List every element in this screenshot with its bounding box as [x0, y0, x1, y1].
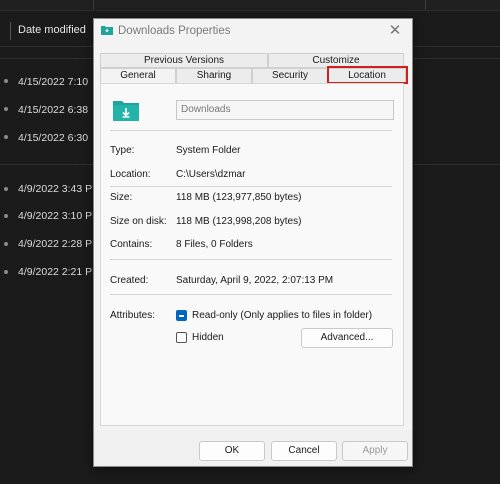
size-on-disk-label: Size on disk:	[110, 216, 167, 227]
hidden-label[interactable]: Hidden	[192, 332, 224, 343]
file-row-date[interactable]: 4/15/2022 7:10	[18, 76, 88, 88]
divider	[110, 294, 392, 295]
folder-download-icon	[101, 26, 113, 35]
size-on-disk-value: 118 MB (123,998,208 bytes)	[176, 216, 302, 227]
hidden-checkbox[interactable]	[176, 332, 187, 343]
properties-dialog: Downloads Properties ✕ Previous Versions…	[93, 18, 413, 467]
dialog-title: Downloads Properties	[118, 25, 231, 37]
file-row-date[interactable]: 4/9/2022 3:43 P	[18, 183, 92, 195]
created-label: Created:	[110, 275, 149, 286]
column-separator[interactable]	[10, 22, 11, 40]
advanced-button[interactable]: Advanced...	[301, 328, 393, 348]
contains-label: Contains:	[110, 239, 153, 250]
ok-button[interactable]: OK	[199, 441, 265, 461]
created-value: Saturday, April 9, 2022, 2:07:13 PM	[176, 275, 334, 286]
row-marker	[4, 242, 8, 246]
file-row-date[interactable]: 4/15/2022 6:38	[18, 104, 88, 116]
explorer-top-bar	[0, 0, 500, 11]
close-icon[interactable]: ✕	[386, 22, 404, 40]
tab-sharing[interactable]: Sharing	[176, 68, 252, 84]
type-label: Type:	[110, 145, 135, 156]
location-label: Location:	[110, 169, 151, 180]
location-tab-highlight	[327, 66, 408, 84]
row-marker	[4, 135, 8, 139]
file-row-date[interactable]: 4/9/2022 3:10 P	[18, 210, 92, 222]
file-row-date[interactable]: 4/9/2022 2:21 P	[18, 266, 92, 278]
file-row-date[interactable]: 4/15/2022 6:30	[18, 132, 88, 144]
divider	[110, 186, 392, 187]
apply-button[interactable]: Apply	[342, 441, 408, 461]
dialog-titlebar[interactable]: Downloads Properties ✕	[94, 19, 412, 45]
size-value: 118 MB (123,977,850 bytes)	[176, 192, 302, 203]
folder-name-field[interactable]: Downloads	[176, 100, 394, 120]
row-marker	[4, 270, 8, 274]
column-date-modified[interactable]: Date modified	[18, 24, 86, 36]
contains-value: 8 Files, 0 Folders	[176, 239, 253, 250]
location-value: C:\Users\dzmar	[176, 169, 246, 180]
folder-download-icon	[113, 101, 139, 121]
cancel-button[interactable]: Cancel	[271, 441, 337, 461]
row-marker	[4, 187, 8, 191]
divider	[110, 259, 392, 260]
file-row-date[interactable]: 4/9/2022 2:28 P	[18, 238, 92, 250]
attributes-label: Attributes:	[110, 310, 156, 321]
general-tab-panel	[100, 83, 404, 426]
tab-security[interactable]: Security	[252, 68, 328, 84]
size-label: Size:	[110, 192, 133, 203]
row-marker	[4, 214, 8, 218]
explorer-top-divider	[92, 0, 94, 10]
divider	[110, 130, 392, 131]
tab-previous-versions[interactable]: Previous Versions	[100, 53, 268, 68]
explorer-top-divider	[424, 0, 426, 10]
row-marker	[4, 79, 8, 83]
row-marker	[4, 107, 8, 111]
read-only-label[interactable]: Read-only (Only applies to files in fold…	[192, 310, 372, 321]
type-value: System Folder	[176, 145, 241, 156]
read-only-checkbox[interactable]	[176, 310, 187, 321]
